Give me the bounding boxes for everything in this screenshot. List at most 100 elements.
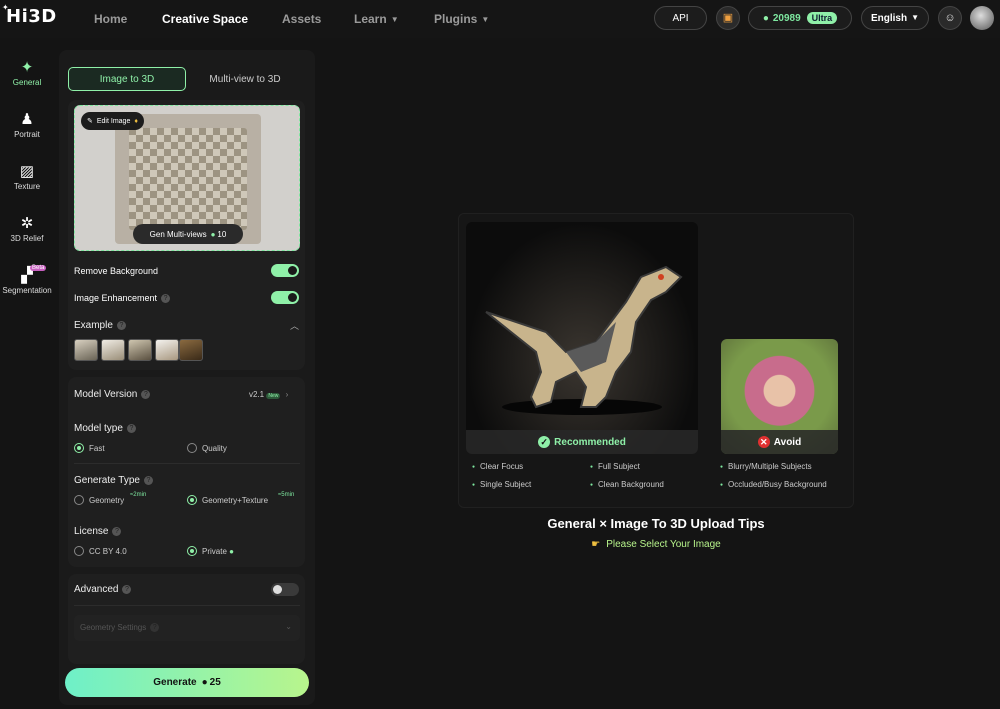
edit-image-label: Edit Image <box>96 117 131 125</box>
example-thumbnail[interactable] <box>179 339 203 361</box>
language-select[interactable]: English ▼ <box>861 6 929 30</box>
credit-icon: ● <box>210 229 216 239</box>
advanced-text: Advanced <box>74 584 119 595</box>
recommended-badge: ✓ Recommended <box>466 430 698 454</box>
help-icon[interactable]: ? <box>150 623 160 633</box>
tip-item: Single Subject <box>472 480 531 489</box>
brush-icon: ♦ <box>134 117 138 125</box>
credit-icon: ● <box>201 677 208 688</box>
gift-icon[interactable]: ▣ <box>716 6 740 30</box>
help-icon[interactable]: ? <box>126 423 136 433</box>
example-thumbnail[interactable] <box>74 339 98 361</box>
chevron-down-icon: ▼ <box>911 12 920 22</box>
license-private-text: Private <box>202 547 227 556</box>
people-icon: ♟ <box>20 111 34 128</box>
tab-multi-view-to-3d[interactable]: Multi-view to 3D <box>186 67 304 91</box>
sidebar-item-label: General <box>12 78 42 87</box>
credit-icon: ● <box>229 547 234 556</box>
model-type-label: Model type? <box>74 423 136 434</box>
generate-type-text: Generate Type <box>74 475 140 486</box>
sidebar-item-label: Portrait <box>14 130 40 139</box>
nav-home[interactable]: Home <box>94 12 127 26</box>
sidebar-item-texture[interactable]: ▨ Texture <box>0 162 54 191</box>
help-icon[interactable]: ? <box>143 475 153 485</box>
nav-learn[interactable]: Learn ▼ <box>354 12 399 26</box>
sparkle-icon: ✦ <box>20 59 34 76</box>
avoid-label: Avoid <box>773 436 802 448</box>
help-icon[interactable]: ? <box>141 389 151 399</box>
discord-icon[interactable]: ☺ <box>938 6 962 30</box>
recommended-label: Recommended <box>554 436 626 448</box>
top-bar: ✦ Hi3D Home Creative Space Assets Learn ▼ … <box>0 0 1000 38</box>
nav-plugins[interactable]: Plugins ▼ <box>434 12 489 26</box>
logo-text: Hi3D <box>6 6 57 27</box>
recommended-example-image: ✓ Recommended <box>466 222 698 454</box>
pencil-icon: ✎ <box>87 118 93 125</box>
uploaded-image-pattern <box>129 128 247 230</box>
license-private-radio[interactable] <box>187 546 197 556</box>
model-version-value: v2.1 <box>249 390 265 399</box>
remove-background-toggle[interactable] <box>271 264 299 277</box>
model-version-text: Model Version <box>74 389 138 400</box>
chevron-up-icon[interactable]: ︿ <box>290 319 299 332</box>
generate-button[interactable]: Generate ● 25 <box>65 668 309 697</box>
model-version-select[interactable]: v2.1 New › <box>249 390 288 399</box>
license-cc-radio[interactable] <box>74 546 84 556</box>
generate-type-geometry-texture-radio[interactable] <box>187 495 197 505</box>
image-enhancement-text: Image Enhancement <box>74 293 158 303</box>
tips-title: General × Image To 3D Upload Tips <box>547 516 765 531</box>
avoid-example-image: ✕ Avoid <box>721 339 838 454</box>
sidebar-item-general[interactable]: ✦ General <box>0 58 54 87</box>
help-icon[interactable]: ? <box>116 320 126 330</box>
chevron-down-icon: ▼ <box>481 15 490 24</box>
language-label: English <box>870 12 908 24</box>
mode-tabs: Image to 3D Multi-view to 3D <box>68 67 300 91</box>
sidebar-item-3d-relief[interactable]: ✲ 3D Relief <box>0 214 54 243</box>
model-settings-card <box>68 377 305 567</box>
nav-creative-space[interactable]: Creative Space <box>162 12 248 26</box>
help-icon[interactable]: ? <box>112 526 122 536</box>
license-private-label: Private ● <box>202 547 234 556</box>
model-type-text: Model type <box>74 423 123 434</box>
nav-assets[interactable]: Assets <box>282 12 321 26</box>
example-thumbnail[interactable] <box>155 339 179 361</box>
divider <box>74 463 300 464</box>
edit-image-button[interactable]: ✎ Edit Image ♦ <box>81 112 144 130</box>
api-button[interactable]: API <box>654 6 707 30</box>
sidebar-item-label: 3D Relief <box>10 234 44 243</box>
avatar[interactable] <box>970 6 994 30</box>
model-type-quality-radio[interactable] <box>187 443 197 453</box>
license-cc-label: CC BY 4.0 <box>89 547 127 556</box>
sidebar-item-portrait[interactable]: ♟ Portrait <box>0 110 54 139</box>
nav-learn-label: Learn <box>354 12 387 26</box>
geometry-settings-dropdown[interactable]: Geometry Settings? ⌄ <box>74 615 300 641</box>
chevron-right-icon: › <box>285 390 289 399</box>
chevron-down-icon: ▼ <box>390 15 399 24</box>
image-enhancement-toggle[interactable] <box>271 291 299 304</box>
nav-plugins-label: Plugins <box>434 12 478 26</box>
dinosaur-illustration <box>485 265 683 415</box>
example-thumbnail[interactable] <box>101 339 125 361</box>
model-version-label: Model Version? <box>74 389 151 400</box>
model-type-fast-radio[interactable] <box>74 443 84 453</box>
help-icon[interactable]: ? <box>161 294 171 304</box>
image-upload-area[interactable]: ✎ Edit Image ♦ Gen Multi-views ● 10 <box>74 105 300 251</box>
gen-multiviews-button[interactable]: Gen Multi-views ● 10 <box>133 224 243 244</box>
help-icon[interactable]: ? <box>122 584 132 594</box>
logo[interactable]: ✦ Hi3D <box>2 3 57 27</box>
credits-pill[interactable]: ● 20989 Ultra <box>748 6 852 30</box>
tip-item: Occluded/Busy Background <box>720 480 827 489</box>
credit-icon: ● <box>762 12 769 24</box>
gen-multiviews-label: Gen Multi-views <box>149 229 207 239</box>
example-thumbnail[interactable] <box>128 339 152 361</box>
tip-item: Clear Focus <box>472 462 523 471</box>
tab-image-to-3d[interactable]: Image to 3D <box>68 67 186 91</box>
new-badge: New <box>266 393 281 399</box>
gen-multiviews-cost: 10 <box>217 229 227 239</box>
advanced-toggle[interactable] <box>271 583 299 596</box>
tip-item: Full Subject <box>590 462 640 471</box>
sidebar-item-segmentation[interactable]: ▞ Segmentation <box>0 266 54 295</box>
generate-cost: 25 <box>209 677 221 688</box>
sidebar-item-label: Segmentation <box>2 286 52 295</box>
generate-type-geometry-radio[interactable] <box>74 495 84 505</box>
